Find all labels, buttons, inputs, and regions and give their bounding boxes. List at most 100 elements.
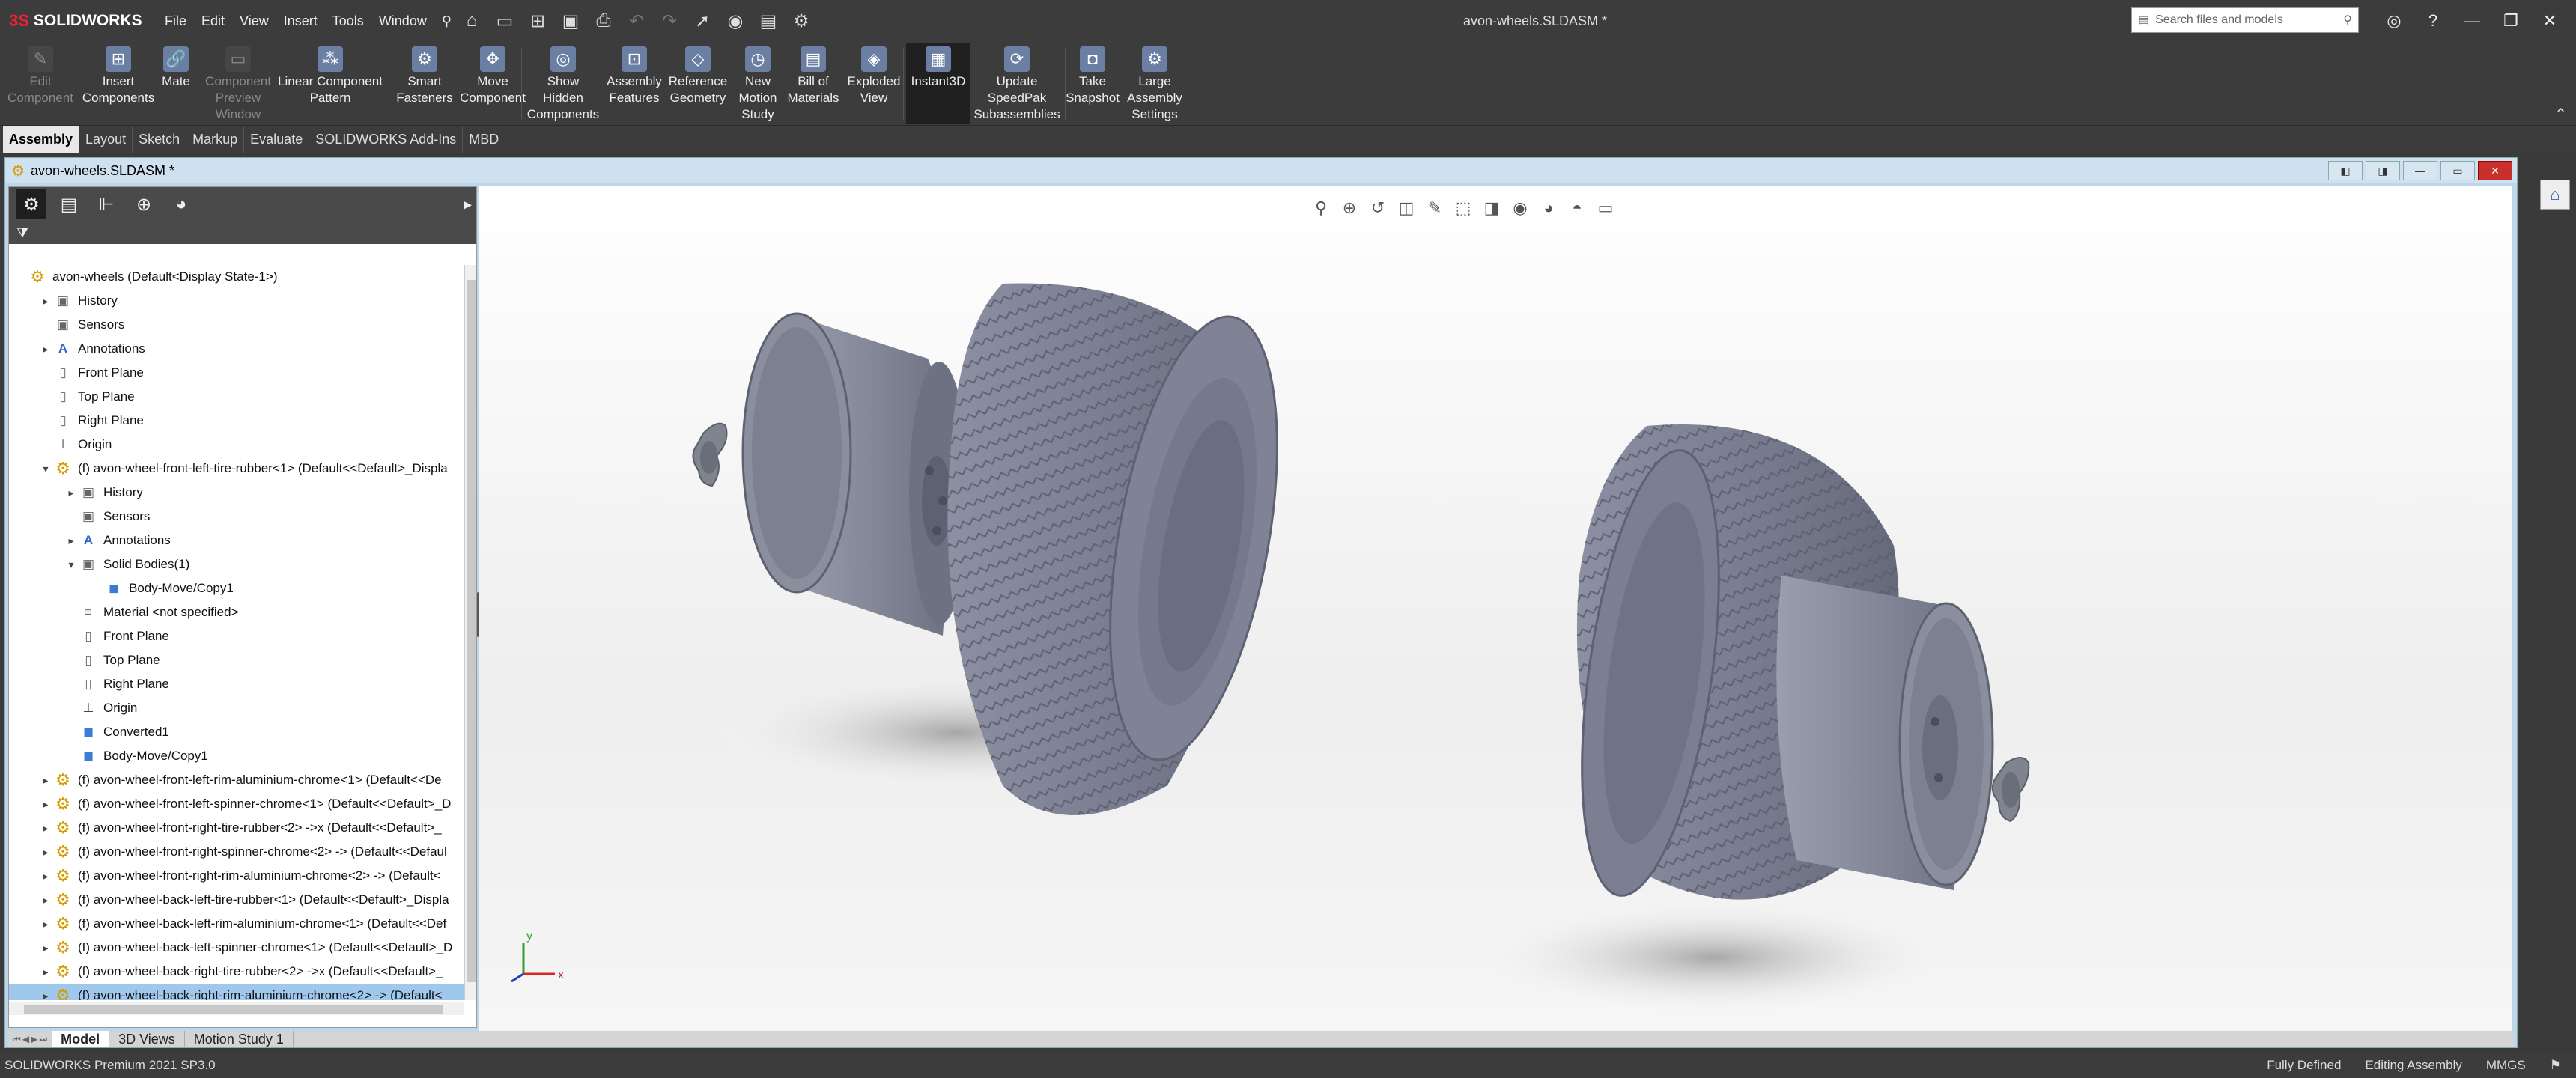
menu-file[interactable]: File xyxy=(157,10,194,31)
tree-node[interactable]: ⚙ avon-wheels (Default<Display State-1>) xyxy=(9,265,464,289)
menu-insert[interactable]: Insert xyxy=(276,10,325,31)
expand-toggle-icon[interactable]: ▸ xyxy=(64,535,78,547)
featuremanager-tree-icon[interactable]: ⚙ xyxy=(16,189,46,219)
exploded-view-button[interactable]: ◈ Exploded View xyxy=(843,43,905,124)
expand-toggle-icon[interactable]: ▸ xyxy=(39,966,52,978)
tree-node[interactable]: ▸ ⚙ (f) avon-wheel-front-left-spinner-chro… xyxy=(9,792,464,816)
menu-view[interactable]: View xyxy=(232,10,276,31)
search-box[interactable]: ▤ Search files and models ⚲ xyxy=(2131,7,2359,33)
file-properties-icon[interactable]: ▤ xyxy=(753,6,783,36)
expand-toggle-icon[interactable]: ▾ xyxy=(39,463,52,475)
tree-node[interactable]: ◼ Body-Move/Copy1 xyxy=(9,576,464,600)
rebuild-icon[interactable]: ◉ xyxy=(720,6,750,36)
tree-node[interactable]: ⊥ Origin xyxy=(9,696,464,720)
tree-node[interactable]: ▸ ⚙ (f) avon-wheel-front-right-spinner-chr… xyxy=(9,840,464,864)
tree-node[interactable]: ▸ A Annotations xyxy=(9,529,464,552)
component-preview-button[interactable]: ▭ Component Preview Window xyxy=(199,43,277,124)
minimize-icon[interactable]: — xyxy=(2455,6,2489,36)
expand-toggle-icon[interactable]: ▸ xyxy=(39,918,52,931)
tab-sketch[interactable]: Sketch xyxy=(133,126,187,153)
doc-close-icon[interactable]: ✕ xyxy=(2478,161,2512,180)
options-gear-icon[interactable]: ⚙ xyxy=(786,6,816,36)
expand-toggle-icon[interactable]: ▸ xyxy=(39,942,52,954)
tile-left-icon[interactable]: ◧ xyxy=(2328,161,2363,180)
assembly-features-button[interactable]: ⊡ Assembly Features xyxy=(605,43,663,124)
tree-node[interactable]: ◼ Converted1 xyxy=(9,720,464,744)
tree-hscroll-thumb[interactable] xyxy=(24,1005,443,1014)
tab-model[interactable]: Model xyxy=(52,1031,110,1047)
unit-system[interactable]: MMGS xyxy=(2486,1058,2526,1073)
tab-evaluate[interactable]: Evaluate xyxy=(244,126,310,153)
back-right-spinner[interactable] xyxy=(1991,757,2030,823)
menu-window[interactable]: Window xyxy=(371,10,434,31)
solidworks-logo[interactable]: 3S SOLIDWORKS xyxy=(9,9,142,33)
tree-node[interactable]: ▾ ⚙ (f) avon-wheel-front-left-tire-rubber<… xyxy=(9,457,464,481)
save-icon[interactable]: ▣ xyxy=(556,6,586,36)
speedpak-button[interactable]: ⟳ Update SpeedPak Subassemblies xyxy=(970,43,1063,124)
mate-button[interactable]: 🔗 Mate xyxy=(156,43,196,124)
tree-node[interactable]: ▯ Front Plane xyxy=(9,624,464,648)
search-icon[interactable]: ⚲ xyxy=(2343,13,2352,28)
instant3d-button[interactable]: ▦ Instant3D xyxy=(906,43,970,124)
tree-horizontal-scrollbar[interactable] xyxy=(9,1002,464,1015)
tab-motion-study[interactable]: Motion Study 1 xyxy=(185,1031,294,1047)
tree-node[interactable]: ▯ Top Plane xyxy=(9,648,464,672)
expand-toggle-icon[interactable]: ▾ xyxy=(64,558,78,571)
tree-node[interactable]: ≡ Material <not specified> xyxy=(9,600,464,624)
tab-mbd[interactable]: MBD xyxy=(463,126,506,153)
front-left-rim[interactable] xyxy=(741,312,969,636)
menu-tools[interactable]: Tools xyxy=(325,10,371,31)
tree-node[interactable]: ▯ Right Plane xyxy=(9,672,464,696)
search-placeholder[interactable]: Search files and models xyxy=(2155,13,2337,27)
collapse-ribbon-icon[interactable]: ⌃ xyxy=(2554,105,2567,124)
expand-toggle-icon[interactable]: ▸ xyxy=(39,822,52,835)
menu-edit[interactable]: Edit xyxy=(194,10,232,31)
back-right-wheel[interactable] xyxy=(1558,424,2030,904)
tree-filter[interactable]: ⧩ xyxy=(9,222,476,244)
new-document-icon[interactable]: ▭ xyxy=(490,6,520,36)
tree-node[interactable]: ▣ Sensors xyxy=(9,313,464,337)
configurationmanager-icon[interactable]: ⊩ xyxy=(91,189,121,219)
tree-node[interactable]: ▣ Sensors xyxy=(9,505,464,529)
linear-pattern-button[interactable]: ⁂ Linear Component Pattern xyxy=(274,43,386,124)
tree-vertical-scrollbar[interactable] xyxy=(464,265,476,1000)
expand-toggle-icon[interactable]: ▸ xyxy=(39,798,52,811)
tree-node[interactable]: ▸ ⚙ (f) avon-wheel-back-left-spinner-chrom… xyxy=(9,936,464,960)
expand-toggle-icon[interactable]: ▸ xyxy=(39,774,52,787)
account-icon[interactable]: ◎ xyxy=(2377,6,2411,36)
search-scope-icon[interactable]: ▤ xyxy=(2138,13,2149,28)
restore-icon[interactable]: ❐ xyxy=(2494,6,2528,36)
last-tab-icon[interactable]: ⏭ xyxy=(39,1034,47,1045)
tree-node[interactable]: ▸ ▣ History xyxy=(9,289,464,313)
pin-icon[interactable]: ⚲ xyxy=(434,10,459,31)
tab-layout[interactable]: Layout xyxy=(79,126,133,153)
expand-toggle-icon[interactable]: ▸ xyxy=(39,990,52,1001)
snapshot-button[interactable]: ◘ Take Snapshot xyxy=(1066,43,1120,124)
next-tab-icon[interactable]: ▶ xyxy=(31,1034,37,1045)
expand-panel-arrow-icon[interactable]: ▸ xyxy=(464,195,472,214)
reference-geometry-button[interactable]: ◇ Reference Geometry xyxy=(665,43,731,124)
close-icon[interactable]: ✕ xyxy=(2533,6,2567,36)
help-icon[interactable]: ? xyxy=(2416,6,2450,36)
tree-node[interactable]: ▸ ⚙ (f) avon-wheel-back-right-rim-aluminiu… xyxy=(9,984,464,1000)
doc-minimize-icon[interactable]: — xyxy=(2403,161,2437,180)
tree-node[interactable]: ⊥ Origin xyxy=(9,433,464,457)
tree-scroll-thumb[interactable] xyxy=(467,280,476,982)
expand-toggle-icon[interactable]: ▸ xyxy=(39,870,52,883)
tile-right-icon[interactable]: ◨ xyxy=(2366,161,2400,180)
open-icon[interactable]: ⊞ xyxy=(523,6,553,36)
expand-toggle-icon[interactable]: ▸ xyxy=(64,487,78,499)
large-assembly-button[interactable]: ⚙ Large Assembly Settings xyxy=(1122,43,1188,124)
select-icon[interactable]: ➚ xyxy=(687,6,717,36)
front-left-tire[interactable] xyxy=(947,283,1306,815)
tree-node[interactable]: ▯ Right Plane xyxy=(9,409,464,433)
expand-toggle-icon[interactable]: ▸ xyxy=(39,295,52,308)
filter-icon[interactable]: ⧩ xyxy=(16,225,28,241)
tab-3d-views[interactable]: 3D Views xyxy=(109,1031,185,1047)
front-left-spinner[interactable] xyxy=(692,422,728,487)
motion-study-button[interactable]: ◷ New Motion Study xyxy=(734,43,782,124)
edit-component-button[interactable]: ✎ Edit Component xyxy=(0,43,81,124)
tree-node[interactable]: ▸ A Annotations xyxy=(9,337,464,361)
back-right-rim[interactable] xyxy=(1776,576,1994,890)
bom-button[interactable]: ▤ Bill of Materials xyxy=(786,43,840,124)
